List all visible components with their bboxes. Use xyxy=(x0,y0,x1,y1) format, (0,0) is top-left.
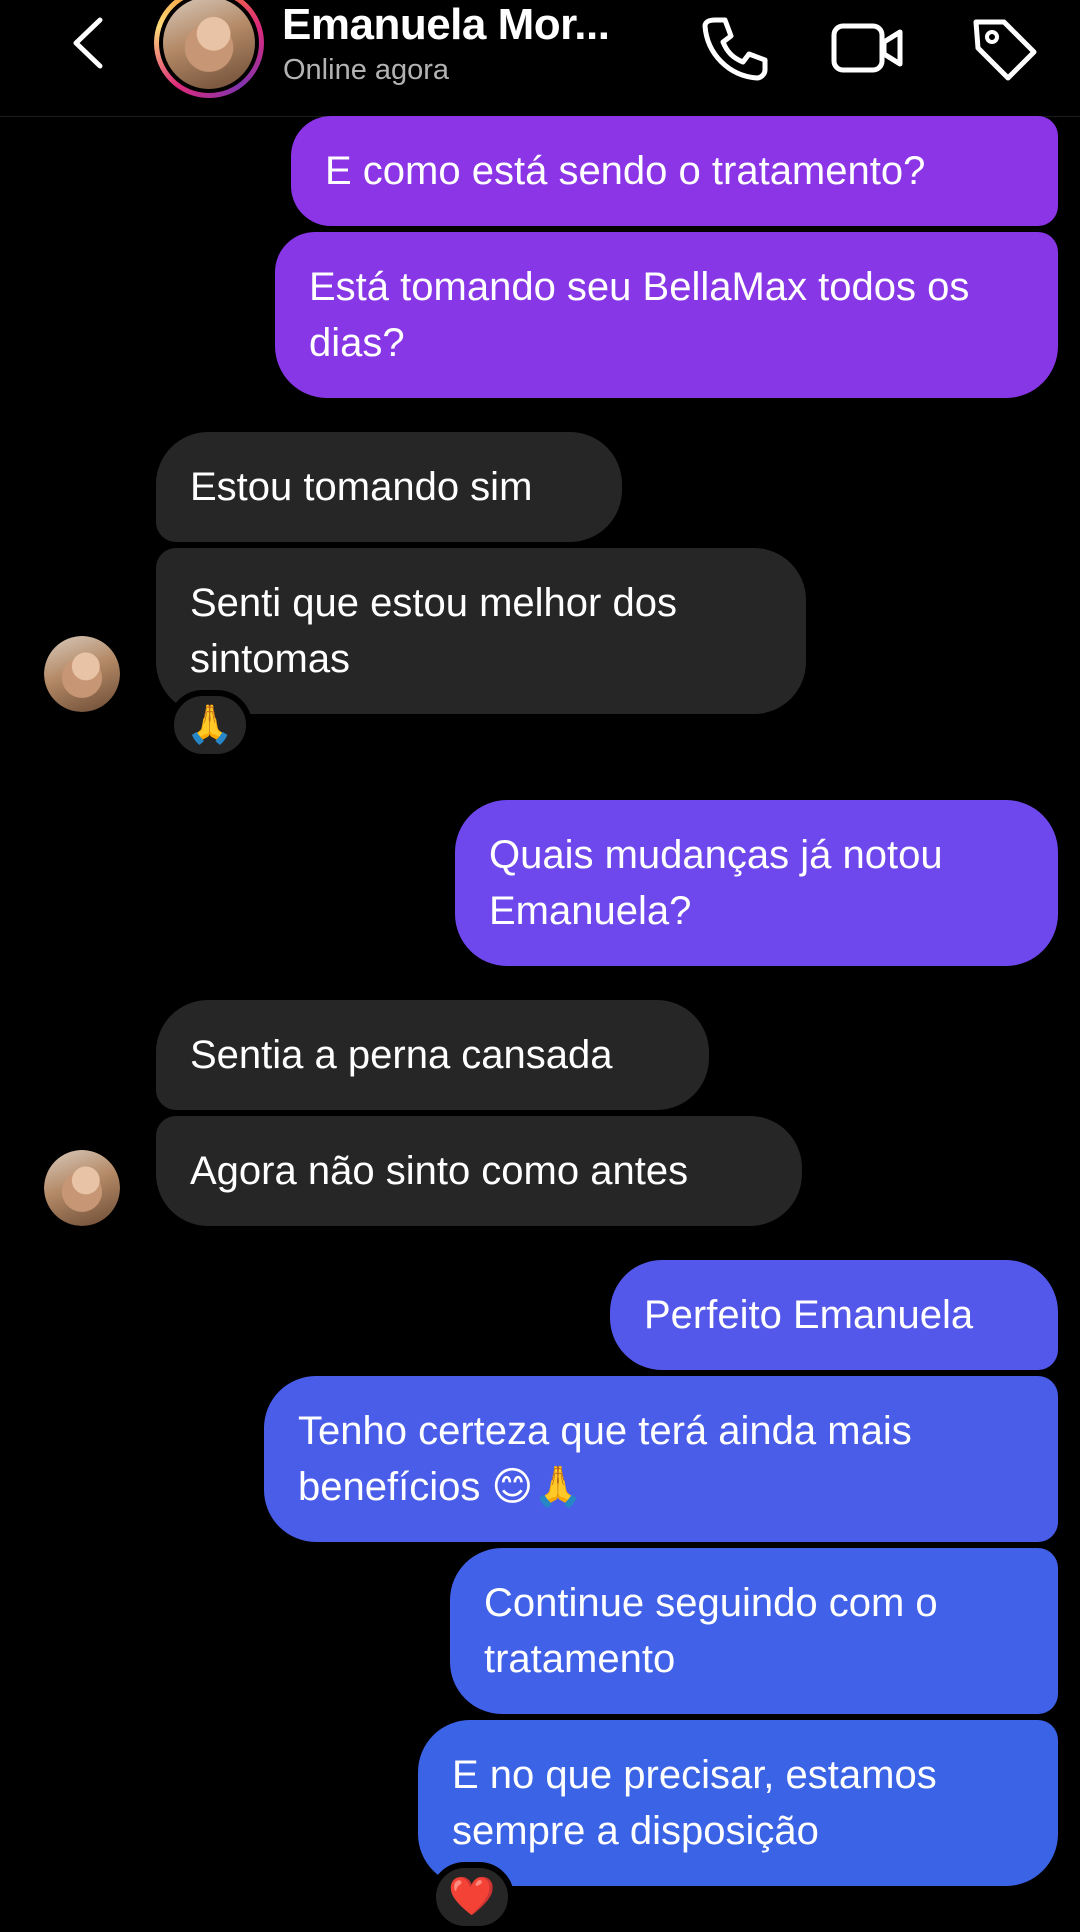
contact-avatar[interactable] xyxy=(154,0,264,98)
message-reaction[interactable]: ❤️ xyxy=(430,1862,514,1932)
received-message[interactable]: Senti que estou melhor dos sintomas xyxy=(156,548,806,714)
message-text: Continue seguindo com o tratamento xyxy=(484,1581,938,1681)
sent-message[interactable]: E como está sendo o tratamento? xyxy=(291,116,1058,226)
sent-message[interactable]: Continue seguindo com o tratamento xyxy=(450,1548,1058,1714)
chat-header: Emanuela Mor... Online agora xyxy=(0,0,1080,117)
video-call-button[interactable] xyxy=(828,8,908,93)
voice-call-button[interactable] xyxy=(693,8,773,93)
message-text: Quais mudanças já notou Emanuela? xyxy=(489,833,943,933)
message-reaction[interactable]: 🙏 xyxy=(168,690,252,760)
sent-message[interactable]: Perfeito Emanuela xyxy=(610,1260,1058,1370)
tag-icon xyxy=(973,19,1037,81)
heart-emoji: ❤️ xyxy=(448,1876,496,1918)
message-text: Está tomando seu BellaMax todos os dias? xyxy=(309,265,970,365)
avatar-photo xyxy=(163,0,255,89)
video-icon xyxy=(831,23,903,73)
contact-avatar-small[interactable] xyxy=(44,636,120,712)
contact-avatar-small[interactable] xyxy=(44,1150,120,1226)
received-message[interactable]: Agora não sinto como antes xyxy=(156,1116,802,1226)
message-text: E no que precisar, estamos sempre a disp… xyxy=(452,1753,937,1853)
sent-message[interactable]: E no que precisar, estamos sempre a disp… xyxy=(418,1720,1058,1886)
message-text: Senti que estou melhor dos sintomas xyxy=(190,581,677,681)
received-message[interactable]: Estou tomando sim xyxy=(156,432,622,542)
back-button[interactable] xyxy=(62,10,118,76)
sent-message[interactable]: Quais mudanças já notou Emanuela? xyxy=(455,800,1058,966)
pray-emoji: 🙏 xyxy=(186,704,234,746)
tag-button[interactable] xyxy=(964,8,1044,93)
phone-icon xyxy=(702,17,768,81)
contact-name[interactable]: Emanuela Mor... xyxy=(282,0,610,50)
message-text: Estou tomando sim xyxy=(190,465,533,509)
message-text: Tenho certeza que terá ainda mais benefí… xyxy=(298,1409,912,1509)
contact-status: Online agora xyxy=(283,54,450,86)
message-text: Agora não sinto como antes xyxy=(190,1149,689,1193)
back-icon xyxy=(73,17,103,69)
message-text: Sentia a perna cansada xyxy=(190,1033,613,1077)
sent-message[interactable]: Está tomando seu BellaMax todos os dias? xyxy=(275,232,1058,398)
sent-message[interactable]: Tenho certeza que terá ainda mais benefí… xyxy=(264,1376,1058,1542)
message-text: Perfeito Emanuela xyxy=(644,1293,974,1337)
message-text: E como está sendo o tratamento? xyxy=(325,149,926,193)
received-message[interactable]: Sentia a perna cansada xyxy=(156,1000,709,1110)
